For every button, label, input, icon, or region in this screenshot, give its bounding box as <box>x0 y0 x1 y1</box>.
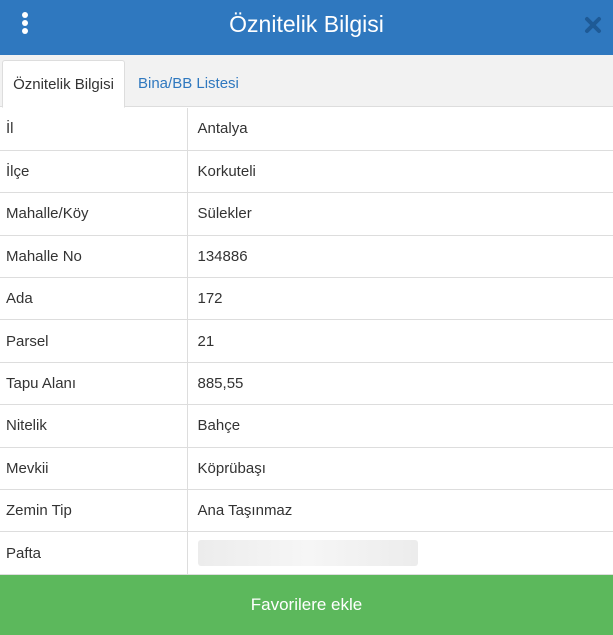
attribute-value: 134886 <box>187 235 613 279</box>
table-row: Zemin Tip Ana Taşınmaz <box>0 489 613 533</box>
header-bar: Öznitelik Bilgisi <box>0 0 613 55</box>
table-row: İl Antalya <box>0 108 613 151</box>
attribute-key: Ada <box>0 277 188 321</box>
attribute-key: Mahalle/Köy <box>0 192 188 236</box>
attribute-key: İl <box>0 108 188 151</box>
attribute-value: Korkuteli <box>187 150 613 194</box>
tab-bina-bb-listesi[interactable]: Bina/BB Listesi <box>138 60 239 107</box>
table-row: Pafta <box>0 531 613 575</box>
table-row: Mevkii Köprübaşı <box>0 447 613 491</box>
redacted-value <box>197 540 418 567</box>
table-row: İlçe Korkuteli <box>0 150 613 194</box>
attribute-value: 21 <box>187 319 613 363</box>
table-row: Tapu Alanı 885,55 <box>0 362 613 406</box>
attribute-key: Mevkii <box>0 447 188 491</box>
attribute-value: Köprübaşı <box>187 447 613 491</box>
attribute-value: Ana Taşınmaz <box>187 489 613 533</box>
attribute-value: 885,55 <box>187 362 613 406</box>
attribute-value-redacted <box>187 531 613 575</box>
table-row: Nitelik Bahçe <box>0 404 613 448</box>
table-row: Ada 172 <box>0 277 613 321</box>
table-row: Mahalle No 134886 <box>0 235 613 279</box>
attribute-table: İl Antalya İlçe Korkuteli Mahalle/Köy Sü… <box>0 108 613 575</box>
close-icon[interactable] <box>582 14 604 36</box>
page-title: Öznitelik Bilgisi <box>229 11 384 37</box>
tab-oznitelik-bilgisi[interactable]: Öznitelik Bilgisi <box>2 60 125 108</box>
attribute-value: Sülekler <box>187 192 613 236</box>
attribute-key: Nitelik <box>0 404 188 448</box>
attribute-key: Zemin Tip <box>0 489 188 533</box>
attribute-value: Antalya <box>187 108 613 151</box>
table-row: Parsel 21 <box>0 319 613 363</box>
attribute-key: Mahalle No <box>0 235 188 279</box>
add-to-favorites-button[interactable]: Favorilere ekle <box>0 575 613 635</box>
table-row: Mahalle/Köy Sülekler <box>0 192 613 236</box>
attribute-key: Parsel <box>0 319 188 363</box>
attribute-key: İlçe <box>0 150 188 194</box>
attribute-value: 172 <box>187 277 613 321</box>
attribute-value: Bahçe <box>187 404 613 448</box>
attribute-key: Pafta <box>0 531 188 575</box>
tab-bar: Öznitelik Bilgisi Bina/BB Listesi <box>0 55 613 108</box>
attribute-key: Tapu Alanı <box>0 362 188 406</box>
